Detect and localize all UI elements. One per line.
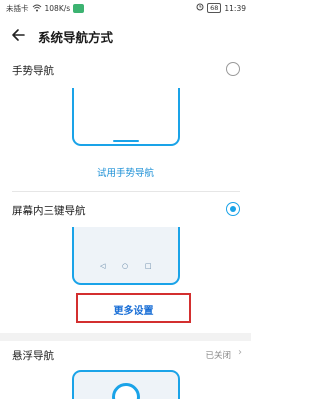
network-speed: 108K/s <box>44 4 71 13</box>
home-key-icon: ○ <box>122 262 129 270</box>
status-left: 未插卡 108K/s <box>6 3 85 14</box>
three-key-nav-illustration <box>72 227 180 285</box>
section-gap <box>0 333 251 341</box>
wechat-icon <box>73 4 85 13</box>
page-title: 系统导航方式 <box>38 30 114 45</box>
gesture-nav-label[interactable]: 手势导航 <box>12 63 54 78</box>
gesture-nav-illustration <box>72 88 180 146</box>
floating-nav-label[interactable]: 悬浮导航 <box>12 348 54 363</box>
title-bar: 系统导航方式 <box>0 20 251 50</box>
gesture-nav-radio[interactable] <box>226 62 240 76</box>
wifi-icon <box>32 4 42 14</box>
alarm-icon <box>196 3 204 13</box>
carrier-text: 未插卡 <box>6 4 29 13</box>
status-bar: 未插卡 108K/s 68 11:39 <box>0 0 251 17</box>
gesture-home-bar <box>113 140 139 142</box>
back-key-icon: ◁ <box>100 262 106 270</box>
floating-nav-status[interactable]: 已关闭 <box>205 349 231 361</box>
try-gesture-link[interactable]: 试用手势导航 <box>0 165 251 179</box>
status-right: 68 11:39 <box>196 3 246 13</box>
battery-level: 68 <box>210 4 219 12</box>
clock-text: 11:39 <box>224 3 246 13</box>
more-settings-button[interactable]: 更多设置 <box>78 302 189 317</box>
chevron-right-icon[interactable]: › <box>238 347 242 358</box>
back-arrow-icon[interactable] <box>10 26 28 44</box>
more-settings-highlight[interactable]: 更多设置 <box>76 293 191 323</box>
recent-key-icon: □ <box>145 262 152 270</box>
section-divider <box>12 191 240 192</box>
three-key-nav-label[interactable]: 屏幕内三键导航 <box>12 203 86 218</box>
three-key-nav-radio[interactable] <box>226 202 240 216</box>
battery-icon: 68 <box>207 3 222 13</box>
